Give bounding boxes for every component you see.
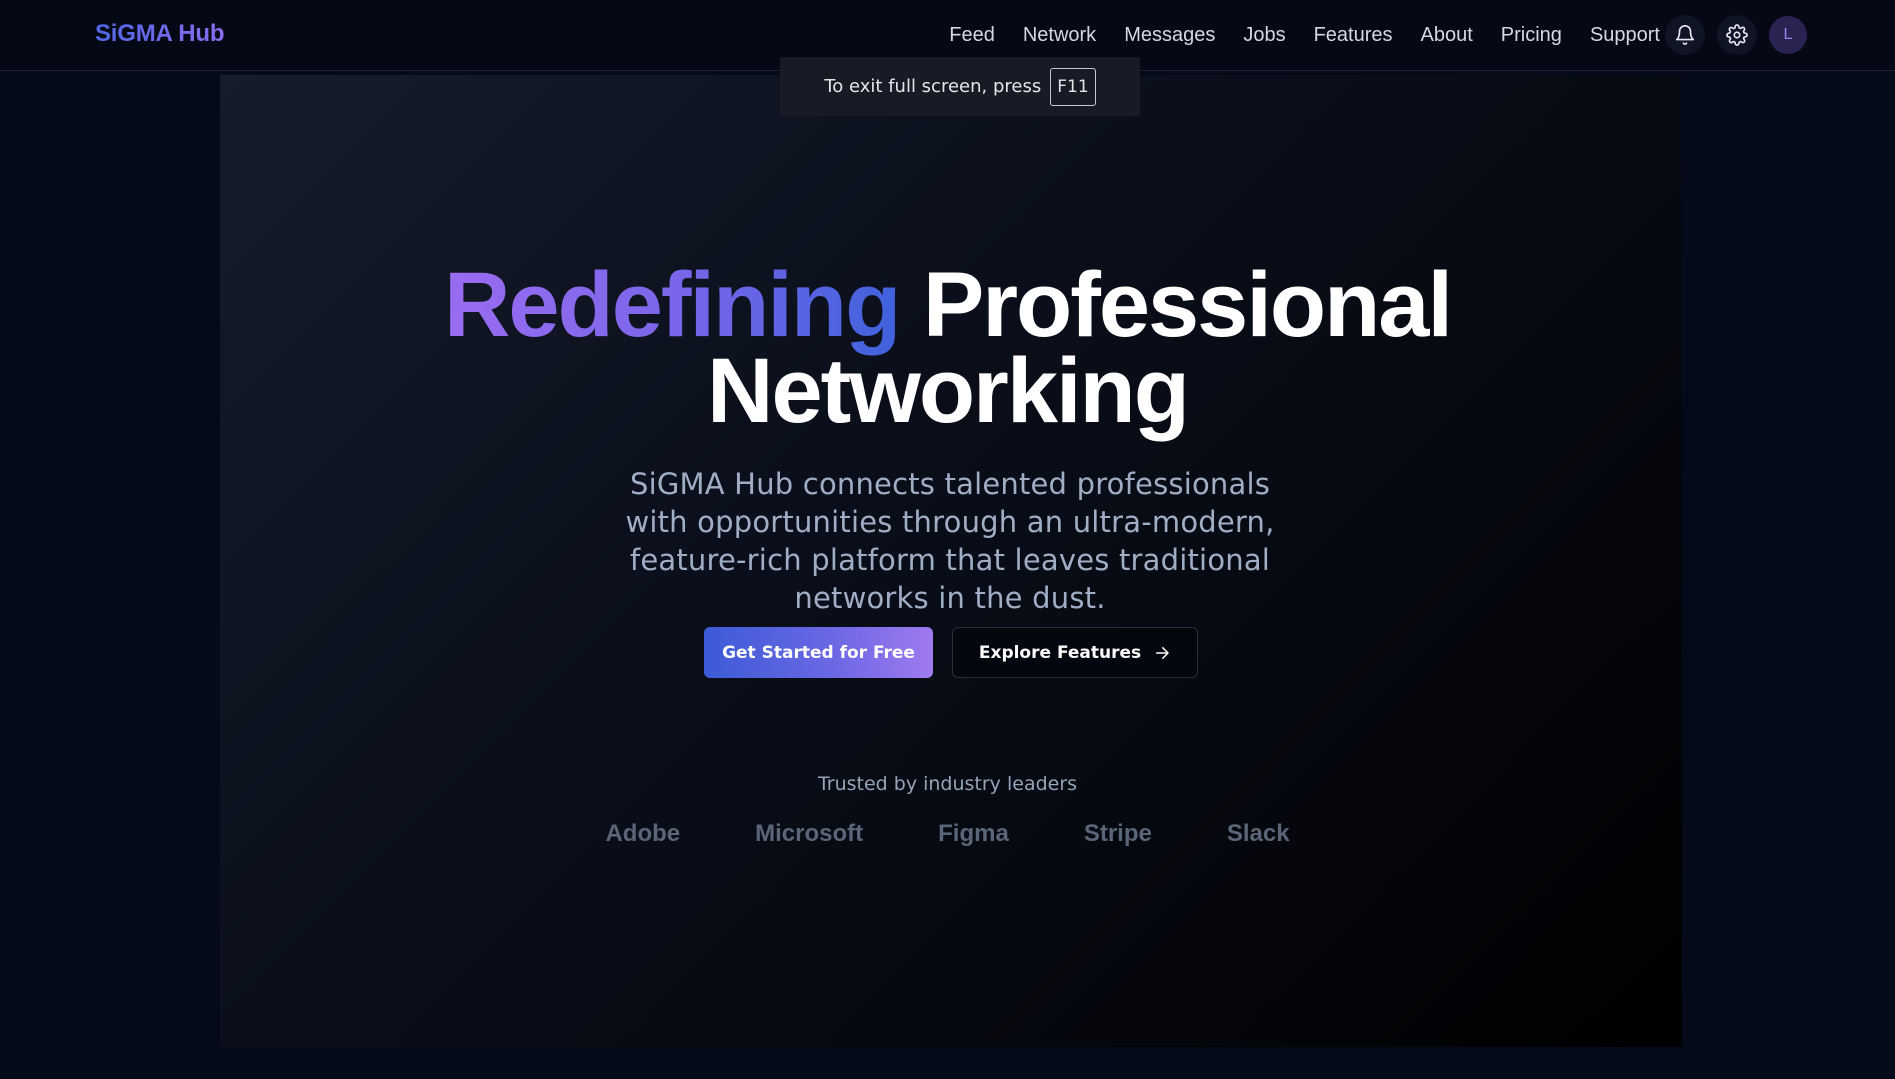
- fullscreen-key-badge: F11: [1050, 67, 1096, 106]
- nav-about[interactable]: About: [1421, 24, 1473, 47]
- avatar[interactable]: L: [1769, 16, 1807, 54]
- headline-line2: Networking: [707, 340, 1190, 442]
- nav-network[interactable]: Network: [1023, 24, 1096, 47]
- logo-stripe: Stripe: [1083, 820, 1152, 847]
- header-actions: L: [1665, 15, 1807, 55]
- logo-figma: Figma: [938, 820, 1009, 847]
- fullscreen-exit-toast: To exit full screen, press F11: [780, 57, 1140, 116]
- explore-features-label: Explore Features: [978, 642, 1142, 663]
- logo-slack: Slack: [1226, 820, 1290, 847]
- logo-adobe: Adobe: [605, 820, 681, 847]
- get-started-button[interactable]: Get Started for Free: [704, 627, 933, 678]
- trusted-by-label: Trusted by industry leaders: [817, 773, 1078, 795]
- nav-feed[interactable]: Feed: [949, 24, 995, 47]
- nav-pricing[interactable]: Pricing: [1501, 24, 1562, 47]
- settings-button[interactable]: [1717, 15, 1757, 55]
- nav-jobs[interactable]: Jobs: [1243, 24, 1285, 47]
- hero-headline: Redefining Professional Networking: [0, 259, 1895, 437]
- bell-icon: [1675, 25, 1695, 45]
- nav-messages[interactable]: Messages: [1124, 24, 1215, 47]
- gear-icon: [1726, 24, 1748, 46]
- explore-features-button[interactable]: Explore Features: [952, 627, 1198, 678]
- logo-microsoft: Microsoft: [755, 820, 864, 847]
- hero-subtitle: SiGMA Hub connects talented professional…: [625, 467, 1275, 615]
- nav-support[interactable]: Support: [1590, 24, 1660, 47]
- fullscreen-toast-text: To exit full screen, press: [824, 76, 1042, 97]
- arrow-right-icon: [1156, 646, 1169, 659]
- brand-logo[interactable]: SiGMA Hub: [95, 20, 225, 48]
- notifications-button[interactable]: [1665, 15, 1705, 55]
- nav-features[interactable]: Features: [1314, 24, 1393, 47]
- partner-logos: Adobe Microsoft Figma Stripe Slack: [0, 820, 1895, 848]
